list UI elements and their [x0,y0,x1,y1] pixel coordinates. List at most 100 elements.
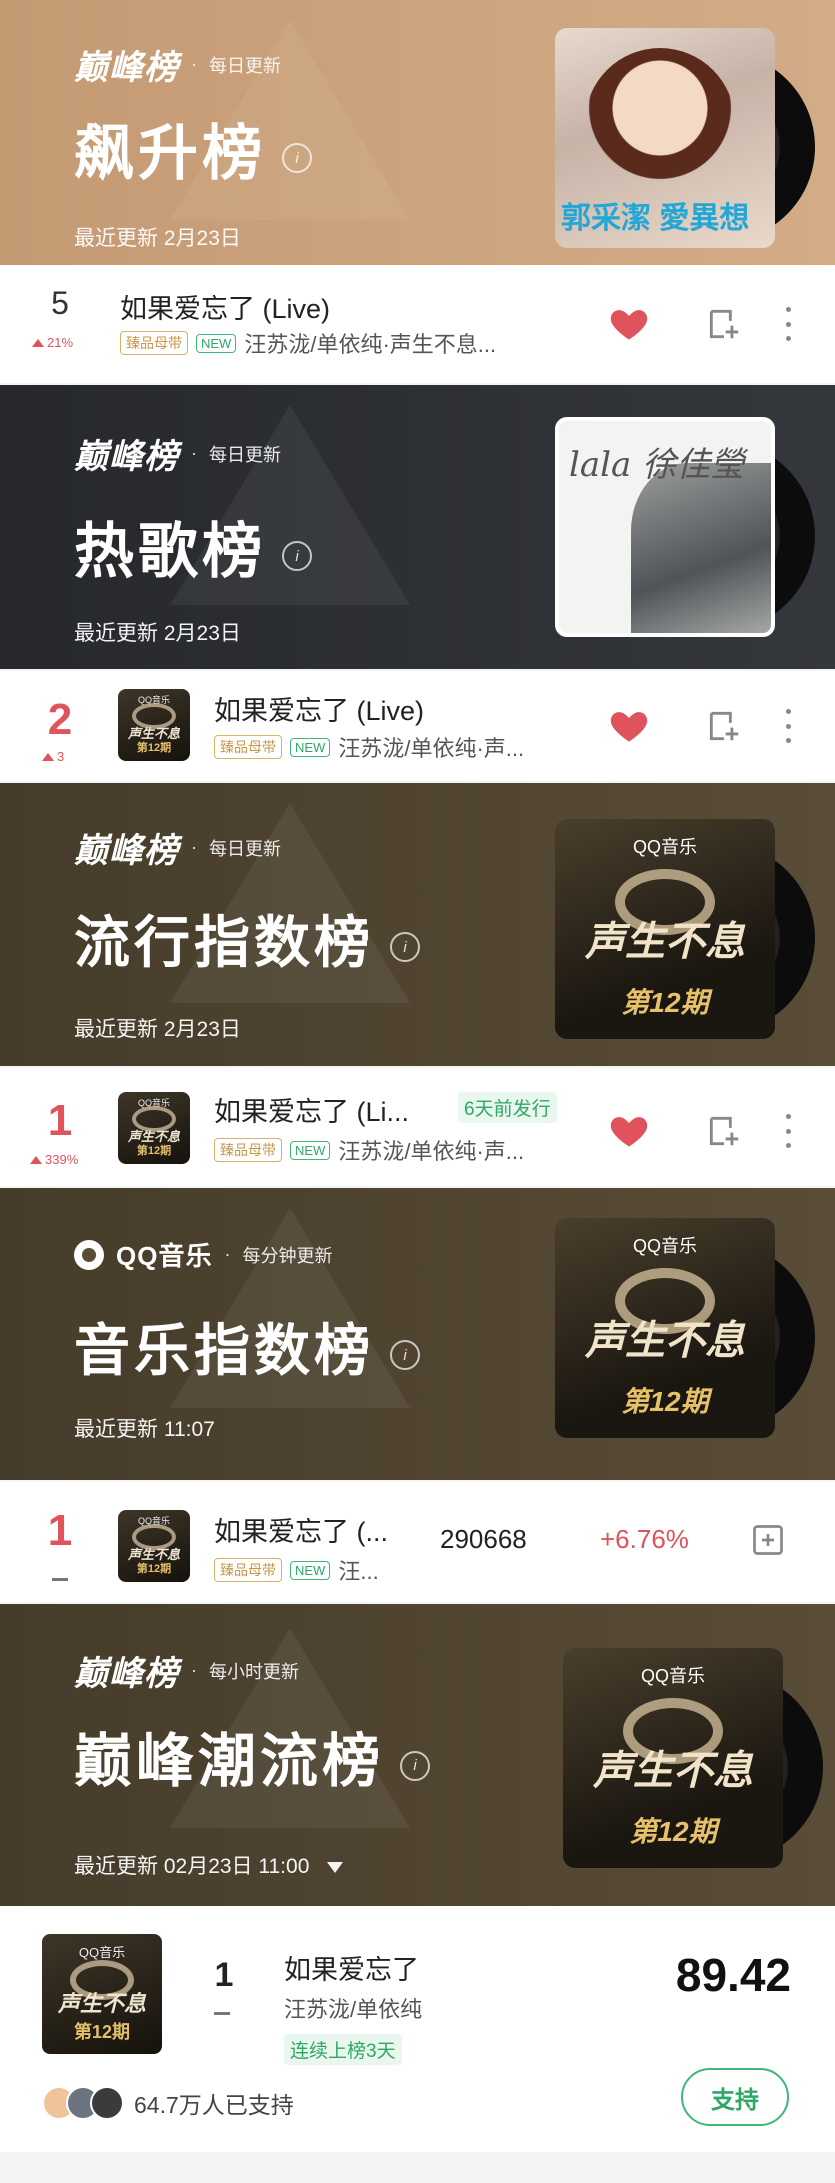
info-icon[interactable]: i [390,932,420,963]
chart-banner-soaring[interactable]: 巅峰榜 · 每日更新 飙升榜 i 最近更新 2月23日 郭采潔 愛異想 [0,0,835,265]
song-meta: 臻品母带 NEW 汪苏泷/单依纯·声... [214,1134,524,1166]
update-frequency: 每日更新 [209,444,281,465]
up-arrow-icon [30,1155,42,1164]
more-options-icon[interactable] [784,307,792,341]
chart-cover[interactable]: QQ音乐 声生不息 第12期 [563,1648,823,1868]
song-title[interactable]: 如果爱忘了 (... [214,1510,388,1549]
chart-cover[interactable]: QQ音乐 声生不息 第12期 [555,1218,815,1438]
brand-logo: 巅峰榜 [74,1655,179,1693]
brand-logo: 巅峰榜 [74,49,179,87]
qq-music-icon [74,1239,104,1270]
quality-badge: 臻品母带 [214,735,282,759]
rank-change: 21% [32,335,73,350]
song-row[interactable]: 2 3 QQ音乐 声生不息 第12期 如果爱忘了 (Live) 臻品母带 NEW … [0,671,835,781]
artist-names[interactable]: 汪苏泷/单依纯·声... [338,731,524,763]
up-arrow-icon [32,338,44,347]
index-change: +6.76% [600,1524,689,1554]
heart-icon[interactable] [607,703,651,747]
chart-title: 流行指数榜 i [74,898,420,979]
chart-banner-music-index[interactable]: QQ音乐 · 每分钟更新 音乐指数榜 i 最近更新 11:07 QQ音乐 声生不息… [0,1188,835,1480]
song-row[interactable]: 1 QQ音乐 声生不息 第12期 如果爱忘了 (... 臻品母带 NEW 汪...… [0,1482,835,1602]
supporters-count: 64.7万人已支持 [134,2092,294,2118]
up-arrow-icon [42,752,54,761]
chart-banner-trend[interactable]: 巅峰榜 · 每小时更新 巅峰潮流榜 i 最近更新 02月23日 11:00 QQ音… [0,1604,835,1906]
song-meta: 臻品母带 NEW 汪苏泷/单依纯·声... [214,731,524,763]
more-options-icon[interactable] [784,1114,792,1148]
brand: 巅峰榜 · 每小时更新 [74,1646,299,1695]
chart-title: 热歌榜 i [74,503,312,590]
last-updated: 最近更新 2月23日 [74,622,241,645]
song-title[interactable]: 如果爱忘了 (Live) [214,689,424,728]
song-title[interactable]: 如果爱忘了 [284,1948,419,1987]
album-thumbnail[interactable]: QQ音乐 声生不息 第12期 [118,1510,190,1582]
last-updated: 最近更新 2月23日 [74,227,241,250]
release-badge: 6天前发行 [458,1092,557,1123]
info-icon[interactable]: i [390,1340,420,1371]
add-to-playlist-icon[interactable] [705,707,743,745]
song-row[interactable]: 5 21% 如果爱忘了 (Live) 臻品母带 NEW 汪苏泷/单依纯·声生不息… [0,265,835,383]
new-badge: NEW [290,1140,331,1160]
dropdown-arrow-icon[interactable] [327,1861,344,1873]
new-badge: NEW [290,737,331,757]
heart-icon[interactable] [607,1108,651,1152]
new-badge: NEW [290,1560,331,1580]
no-change-dash [214,2012,230,2015]
add-to-playlist-icon[interactable] [705,1112,743,1150]
song-title[interactable]: 如果爱忘了 (Li... [214,1090,409,1129]
chart-banner-hot[interactable]: 巅峰榜 · 每日更新 热歌榜 i 最近更新 2月23日 lala 徐佳瑩 [0,385,835,669]
heart-icon[interactable] [607,301,651,345]
chart-cover[interactable]: 郭采潔 愛異想 [555,28,815,248]
rank-number: 5 [51,285,69,321]
brand: 巅峰榜 · 每日更新 [74,429,281,478]
last-updated: 最近更新 2月23日 [74,1018,241,1041]
last-updated[interactable]: 最近更新 02月23日 11:00 [74,1850,344,1880]
more-options-icon[interactable] [784,709,792,743]
song-meta: 臻品母带 NEW 汪苏泷/单依纯·声生不息... [120,327,496,359]
quality-badge: 臻品母带 [214,1138,282,1162]
song-row[interactable]: QQ音乐 声生不息 第12期 1 如果爱忘了 汪苏泷/单依纯 连续上榜3天 89.… [0,1906,835,2152]
artist-names[interactable]: 汪... [338,1554,378,1586]
new-badge: NEW [196,333,237,353]
album-thumbnail[interactable]: QQ音乐 声生不息 第12期 [118,1092,190,1164]
song-title[interactable]: 如果爱忘了 (Live) [120,287,330,326]
supporters: 64.7万人已支持 [42,2086,294,2120]
rank-number: 2 [47,695,73,744]
trend-score: 89.42 [675,1949,791,2001]
chart-title: 飙升榜 i [74,105,312,192]
portrait-image [631,463,771,633]
chart-cover[interactable]: lala 徐佳瑩 [555,417,815,637]
song-meta: 臻品母带 NEW 汪... [214,1554,379,1586]
last-updated: 最近更新 11:07 [74,1418,215,1441]
artist-names[interactable]: 汪苏泷/单依纯 [284,1992,422,2024]
artist-names[interactable]: 汪苏泷/单依纯·声... [338,1134,524,1166]
chart-title: 巅峰潮流榜 i [74,1714,431,1798]
cover-text: 郭采潔 愛異想 [561,202,750,235]
info-icon[interactable]: i [400,1750,431,1781]
album-thumbnail[interactable]: QQ音乐 声生不息 第12期 [42,1934,162,2054]
album-cover: QQ音乐 声生不息 第12期 [555,819,775,1039]
rank-number: 1 [47,1096,73,1145]
info-icon[interactable]: i [282,143,312,174]
info-icon[interactable]: i [282,541,312,572]
album-cover: QQ音乐 声生不息 第12期 [555,1218,775,1438]
album-thumbnail[interactable]: QQ音乐 声生不息 第12期 [118,689,190,761]
chart-title: 音乐指数榜 i [74,1306,420,1387]
rank-number: 1 [214,1956,234,1994]
rank-number: 1 [47,1506,73,1555]
chart-banner-pop-index[interactable]: 巅峰榜 · 每日更新 流行指数榜 i 最近更新 2月23日 QQ音乐 声生不息 第1… [0,783,835,1066]
song-row[interactable]: 1 339% QQ音乐 声生不息 第12期 如果爱忘了 (Li... 6天前发行 … [0,1068,835,1186]
brand: QQ音乐 · 每分钟更新 [74,1236,332,1273]
update-frequency: 每日更新 [209,838,281,859]
cover-text: lala 徐佳瑩 [569,445,745,485]
quality-badge: 臻品母带 [214,1558,282,1582]
rank-change: 339% [30,1152,78,1167]
portrait-image [585,48,735,198]
add-icon[interactable] [750,1522,786,1558]
update-frequency: 每小时更新 [209,1661,299,1682]
support-button[interactable]: 支持 [681,2068,789,2126]
brand-logo: QQ音乐 [116,1241,213,1271]
artist-names[interactable]: 汪苏泷/单依纯·声生不息... [244,327,496,359]
update-frequency: 每日更新 [209,55,281,76]
add-to-playlist-icon[interactable] [705,305,743,343]
chart-cover[interactable]: QQ音乐 声生不息 第12期 [555,819,815,1039]
